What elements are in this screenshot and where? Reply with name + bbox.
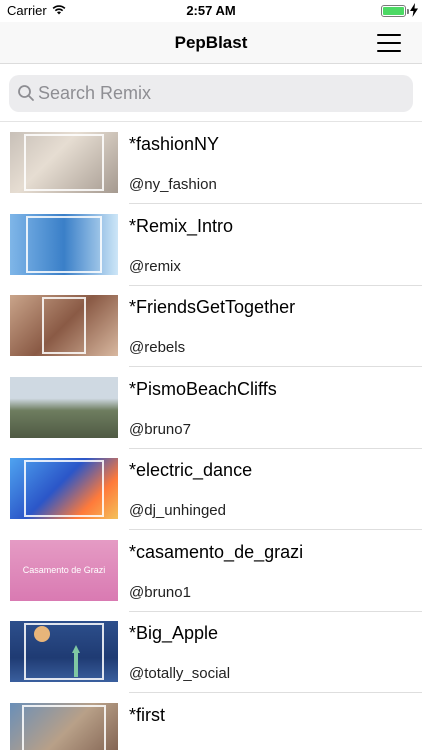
remix-user: @bruno1 [129,583,191,601]
thumbnail-frame [24,460,104,517]
thumbnail-frame [42,297,86,354]
remix-title: *casamento_de_grazi [129,541,304,562]
remix-title: *Big_Apple [129,623,219,643]
menu-button[interactable] [372,30,406,56]
charging-bolt-icon [410,3,418,17]
list-item[interactable]: Casamento de Grazi *casamento_de_grazi @… [0,539,422,622]
search-input[interactable] [38,75,404,112]
thumbnail-image [10,132,118,193]
hamburger-menu-icon [377,50,401,52]
battery-tip [407,9,409,14]
remix-title: *Remix_Intro [129,215,234,236]
status-time: 2:57 AM [186,3,236,18]
hamburger-menu-icon [377,42,401,44]
row-divider [129,284,422,286]
remix-title: *first [129,704,165,725]
moon-icon [34,626,80,677]
status-bar: Carrier 2:57 AM [0,0,422,22]
remix-user: @ny_fashion [129,176,217,193]
remix-user: @rebels [129,339,186,356]
thumbnail-image [10,295,118,356]
page-title: PepBlast [174,33,248,52]
thumbnail-image [10,213,118,275]
list-item[interactable]: *PismoBeachCliffs @bruno7 [0,376,422,459]
battery-icon [381,5,406,17]
thumbnail-image: Casamento de Grazi [10,539,118,601]
remix-user: @dj_unhinged [129,502,226,519]
row-divider [129,610,422,612]
thumbnail-image [10,702,118,750]
hamburger-menu-icon [377,34,401,36]
thumbnail-frame [26,215,102,273]
thumbnail-caption: Casamento de Grazi [22,564,106,575]
remix-user: @remix [129,257,181,275]
thumbnail-frame [22,704,106,750]
row-divider [129,529,422,530]
remix-user: @bruno7 [129,420,191,438]
list-item[interactable]: *first [0,702,422,750]
remix-title: *PismoBeachCliffs [129,378,277,399]
navigation-bar: PepBlast [0,22,422,64]
thumbnail-image [10,458,118,519]
row-divider [129,203,422,204]
search-field[interactable] [9,75,413,112]
remix-title: *FriendsGetTogether [129,297,296,317]
remix-user: @totally_social [129,665,231,682]
remix-title: *fashionNY [129,134,220,154]
list-item[interactable]: *Big_Apple @totally_social [0,621,422,703]
thumbnail-image [10,621,118,682]
search-icon [18,85,34,101]
battery-level [383,7,404,15]
list-item[interactable]: *Remix_Intro @remix [0,213,422,296]
thumbnail-frame [24,134,104,191]
row-divider [129,447,422,449]
remix-list: *fashionNY @ny_fashion *Remix_Intro @rem… [0,132,422,750]
row-divider [129,692,422,693]
remix-title: *electric_dance [129,460,253,480]
list-item[interactable]: *electric_dance @dj_unhinged [0,458,422,540]
search-bar [0,64,422,122]
list-item[interactable]: *FriendsGetTogether @rebels [0,295,422,377]
row-divider [129,366,422,367]
thumbnail-image [10,376,118,438]
list-item[interactable]: *fashionNY @ny_fashion [0,132,422,214]
